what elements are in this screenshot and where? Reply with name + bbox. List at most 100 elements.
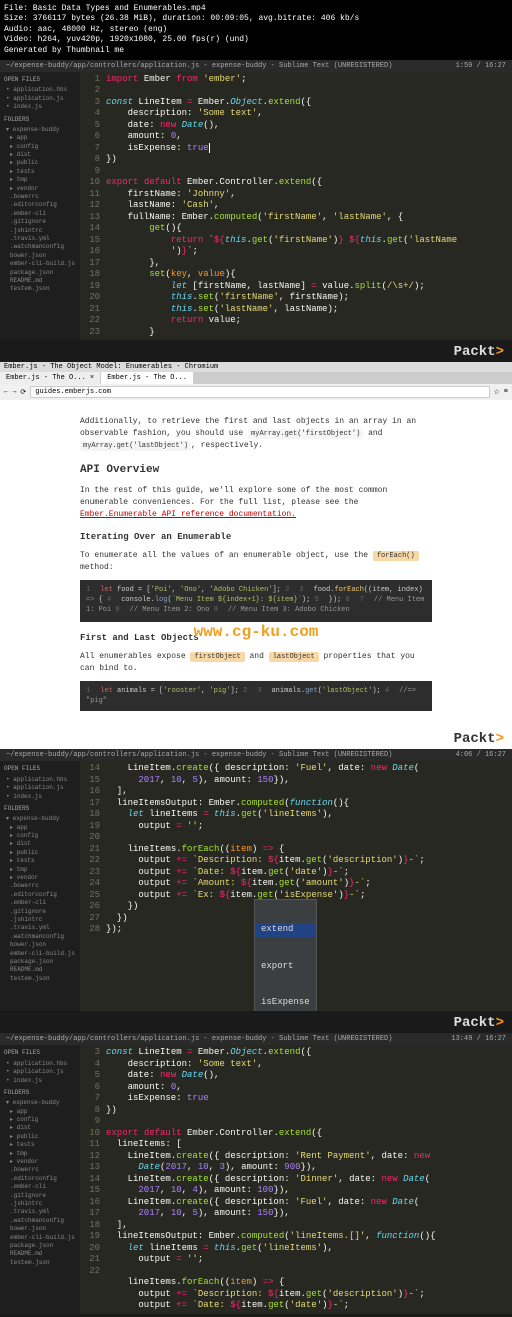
sidebar-file[interactable]: • index.js	[4, 103, 76, 111]
back-icon[interactable]: ←	[4, 388, 8, 396]
sidebar-file[interactable]: .travis.yml	[4, 924, 76, 932]
sidebar-folder[interactable]: ▸ dist	[4, 1124, 76, 1132]
sidebar-folder[interactable]: ▸ vendor	[4, 874, 76, 882]
sidebar-folder[interactable]: ▸ tests	[4, 857, 76, 865]
browser-tab-active[interactable]: Ember.js - The O...	[101, 372, 193, 384]
sidebar-file[interactable]: .ember-cli	[4, 1183, 76, 1191]
sidebar-file[interactable]: .travis.yml	[4, 235, 76, 243]
api-reference-link[interactable]: Ember.Enumerable API reference documenta…	[80, 510, 296, 519]
browser-tabs[interactable]: Ember.js - The O... × Ember.js - The O..…	[0, 372, 512, 384]
sidebar-folder[interactable]: ▾ expense-buddy	[4, 1099, 76, 1107]
sidebar-file[interactable]: • index.js	[4, 1077, 76, 1085]
sidebar-file[interactable]: bower.json	[4, 941, 76, 949]
reload-icon[interactable]: ⟳	[20, 388, 26, 397]
sidebar-folder[interactable]: ▸ app	[4, 1108, 76, 1116]
sidebar-folder[interactable]: ▸ vendor	[4, 185, 76, 193]
sidebar-file[interactable]: bower.json	[4, 1225, 76, 1233]
sidebar-folder[interactable]: ▸ tmp	[4, 1150, 76, 1158]
sidebar-file[interactable]: README.md	[4, 1250, 76, 1258]
autocomplete-popup[interactable]: extend export isExpense	[254, 899, 317, 1011]
file-sidebar[interactable]: OPEN FILES • application.hbs • applicati…	[0, 1045, 80, 1314]
sidebar-file[interactable]: .ember-cli	[4, 210, 76, 218]
sidebar-open-files-header: OPEN FILES	[4, 1049, 76, 1057]
sidebar-file[interactable]: • index.js	[4, 793, 76, 801]
sidebar-folder[interactable]: ▸ public	[4, 849, 76, 857]
code-editor[interactable]: 141516171819202122232425262728 LineItem.…	[80, 761, 512, 1011]
sidebar-folder[interactable]: ▸ config	[4, 832, 76, 840]
sidebar-folder[interactable]: ▾ expense-buddy	[4, 815, 76, 823]
sidebar-folder[interactable]: ▸ tests	[4, 168, 76, 176]
code-text[interactable]: import Ember from 'ember'; const LineIte…	[104, 72, 512, 341]
sidebar-file[interactable]: .gitignore	[4, 908, 76, 916]
star-icon[interactable]: ☆	[494, 388, 500, 397]
autocomplete-item[interactable]: extend	[255, 923, 316, 937]
sidebar-file[interactable]: .gitignore	[4, 218, 76, 226]
sidebar-file[interactable]: .editorconfig	[4, 1175, 76, 1183]
sidebar-file[interactable]: package.json	[4, 958, 76, 966]
sidebar-folder[interactable]: ▸ public	[4, 159, 76, 167]
sidebar-file[interactable]: README.md	[4, 277, 76, 285]
sidebar-file[interactable]: .ember-cli	[4, 899, 76, 907]
documentation-content: Additionally, to retrieve the first and …	[0, 400, 512, 727]
forward-icon[interactable]: →	[12, 388, 16, 396]
sidebar-file[interactable]: testem.json	[4, 975, 76, 983]
sidebar-file[interactable]: .watchmanconfig	[4, 933, 76, 941]
sidebar-folder[interactable]: ▸ public	[4, 1133, 76, 1141]
code-editor[interactable]: 345678910111213141516171819202122 const …	[80, 1045, 512, 1314]
sidebar-file[interactable]: .jshintrc	[4, 1200, 76, 1208]
sidebar-folder[interactable]: ▸ config	[4, 143, 76, 151]
sidebar-file[interactable]: .bowerrc	[4, 1166, 76, 1174]
menu-icon[interactable]: ≡	[504, 388, 508, 396]
sidebar-file[interactable]: .travis.yml	[4, 1208, 76, 1216]
sidebar-file[interactable]: • application.hbs	[4, 86, 76, 94]
autocomplete-item[interactable]: export	[255, 960, 316, 974]
url-input[interactable]: guides.emberjs.com	[30, 386, 489, 398]
sidebar-file[interactable]: .watchmanconfig	[4, 243, 76, 251]
autocomplete-item[interactable]: isExpense	[255, 996, 316, 1010]
sidebar-file[interactable]: testem.json	[4, 1259, 76, 1267]
sidebar-file[interactable]: .gitignore	[4, 1192, 76, 1200]
sidebar-folder[interactable]: ▸ tmp	[4, 176, 76, 184]
sidebar-file[interactable]: ember-cli-build.js	[4, 260, 76, 268]
sidebar-file[interactable]: .bowerrc	[4, 193, 76, 201]
sidebar-folder[interactable]: ▸ dist	[4, 151, 76, 159]
sidebar-file[interactable]: ember-cli-build.js	[4, 950, 76, 958]
sidebar-file[interactable]: package.json	[4, 269, 76, 277]
code-text[interactable]: LineItem.create({ description: 'Fuel', d…	[104, 761, 512, 1011]
sidebar-file[interactable]: .jshintrc	[4, 916, 76, 924]
sidebar-folder[interactable]: ▸ vendor	[4, 1158, 76, 1166]
sidebar-file[interactable]: .jshintrc	[4, 227, 76, 235]
sidebar-file[interactable]: • application.js	[4, 95, 76, 103]
sidebar-folder[interactable]: ▸ app	[4, 824, 76, 832]
sidebar-file[interactable]: • application.js	[4, 784, 76, 792]
sidebar-folder[interactable]: ▾ expense-buddy	[4, 126, 76, 134]
address-bar[interactable]: ← → ⟳ guides.emberjs.com ☆ ≡	[0, 384, 512, 400]
sidebar-file[interactable]: bower.json	[4, 252, 76, 260]
code-editor[interactable]: 1234567891011121314151617181920212223 im…	[80, 72, 512, 341]
sidebar-folder[interactable]: ▸ config	[4, 1116, 76, 1124]
file-sidebar[interactable]: OPEN FILES • application.hbs • applicati…	[0, 761, 80, 1011]
sidebar-file[interactable]: .editorconfig	[4, 891, 76, 899]
sidebar-file[interactable]: • application.hbs	[4, 776, 76, 784]
sidebar-open-files-header: OPEN FILES	[4, 76, 76, 84]
sidebar-file[interactable]: • application.js	[4, 1068, 76, 1076]
sidebar-folder[interactable]: ▸ dist	[4, 840, 76, 848]
sidebar-file[interactable]: package.json	[4, 1242, 76, 1250]
sidebar-folders-header: FOLDERS	[4, 1089, 76, 1097]
sidebar-file[interactable]: testem.json	[4, 285, 76, 293]
sidebar-folder[interactable]: ▸ tmp	[4, 866, 76, 874]
sidebar-folder[interactable]: ▸ app	[4, 134, 76, 142]
sidebar-folder[interactable]: ▸ tests	[4, 1141, 76, 1149]
sidebar-file[interactable]: • application.hbs	[4, 1060, 76, 1068]
browser-tab[interactable]: Ember.js - The O... ×	[0, 372, 100, 384]
sidebar-file[interactable]: README.md	[4, 966, 76, 974]
browser-window: Ember.js - The Object Model: Enumerables…	[0, 362, 512, 727]
editor-pane-1: OPEN FILES • application.hbs • applicati…	[0, 72, 512, 341]
sidebar-file[interactable]: ember-cli-build.js	[4, 1234, 76, 1242]
sidebar-file[interactable]: .editorconfig	[4, 201, 76, 209]
sidebar-file[interactable]: .bowerrc	[4, 882, 76, 890]
sidebar-file[interactable]: .watchmanconfig	[4, 1217, 76, 1225]
file-sidebar[interactable]: OPEN FILES • application.hbs • applicati…	[0, 72, 80, 341]
sidebar-open-files-header: OPEN FILES	[4, 765, 76, 773]
code-text[interactable]: const LineItem = Ember.Object.extend({ d…	[104, 1045, 512, 1314]
